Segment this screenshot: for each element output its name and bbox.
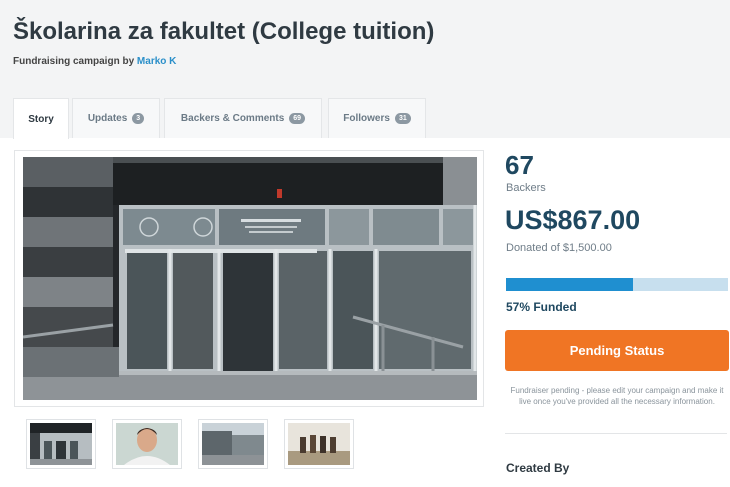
- thumbnail-image: [116, 423, 178, 465]
- amount-raised: US$867.00: [505, 205, 641, 235]
- main-photo-frame: [14, 150, 484, 407]
- thumbnail-image: [288, 423, 350, 465]
- author-link[interactable]: Marko K: [137, 56, 176, 67]
- thumbnail-image: [202, 423, 264, 465]
- tab-updates[interactable]: Updates 3: [72, 98, 160, 138]
- thumbnail-portrait[interactable]: [112, 419, 182, 469]
- tab-label: Story: [28, 113, 54, 125]
- thumbnail-building[interactable]: [26, 419, 96, 469]
- campaign-header: Školarina za fakultet (College tuition) …: [0, 0, 730, 139]
- campaign-byline: Fundraising campaign by Marko K: [13, 56, 176, 67]
- building-photo-illustration: [23, 157, 477, 400]
- thumbnail-portrait-illustration: [116, 423, 178, 465]
- tab-followers[interactable]: Followers 31: [328, 98, 426, 138]
- pending-status-button[interactable]: Pending Status: [505, 330, 729, 371]
- thumbnail-campus[interactable]: [198, 419, 268, 469]
- goal-text: Donated of $1,500.00: [506, 242, 612, 254]
- thumbnail-image: [30, 423, 92, 465]
- backers-label: Backers: [506, 182, 546, 194]
- tab-label: Backers & Comments: [180, 113, 285, 124]
- tab-backers-comments[interactable]: Backers & Comments 69: [164, 98, 322, 138]
- tab-label: Followers: [343, 113, 390, 124]
- thumbnail-building-illustration: [30, 423, 92, 465]
- pending-note: Fundraiser pending - please edit your ca…: [510, 386, 724, 406]
- thumbnail-group[interactable]: [284, 419, 354, 469]
- funding-progress-bar: [506, 278, 728, 291]
- progress-fill: [506, 278, 633, 291]
- tab-story[interactable]: Story: [13, 98, 69, 139]
- count-badge: 31: [394, 113, 411, 124]
- thumbnail-campus-illustration: [202, 423, 264, 465]
- backers-count: 67: [505, 150, 534, 180]
- funded-percentage: 57% Funded: [506, 300, 577, 314]
- tab-label: Updates: [87, 113, 128, 124]
- count-badge: 69: [289, 113, 306, 124]
- byline-prefix: Fundraising campaign by: [13, 56, 135, 67]
- thumbnail-group-illustration: [288, 423, 350, 465]
- page-title: Školarina za fakultet (College tuition): [13, 18, 435, 45]
- building-entrance-photo[interactable]: [23, 157, 477, 400]
- divider: [505, 433, 727, 434]
- created-by-heading: Created By: [506, 461, 570, 475]
- count-badge: 3: [132, 113, 145, 124]
